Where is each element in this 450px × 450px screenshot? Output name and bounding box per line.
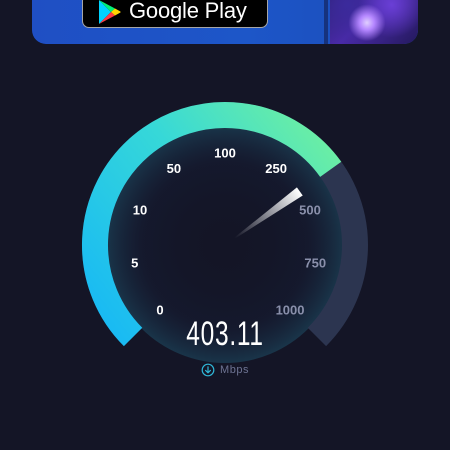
speed-unit-label: Mbps (220, 364, 249, 376)
gauge-scale-label-10: 10 (133, 202, 147, 217)
gauge-scale-label-750: 750 (304, 255, 326, 270)
speed-readout: 403.11 (186, 315, 264, 353)
speed-gauge: 0510501002505007501000 (81, 101, 368, 363)
unit-row: Mbps (0, 363, 450, 377)
download-arrow-icon (201, 363, 215, 377)
gauge-scale-label-100: 100 (214, 146, 236, 161)
gauge-scale-label-500: 500 (299, 202, 321, 217)
gauge-scale-label-250: 250 (265, 161, 287, 176)
gauge-scale-label-50: 50 (167, 161, 181, 176)
speedtest-screen: Google Play 05105010025050075010 (0, 0, 450, 450)
gauge-scale-label-5: 5 (131, 255, 138, 270)
